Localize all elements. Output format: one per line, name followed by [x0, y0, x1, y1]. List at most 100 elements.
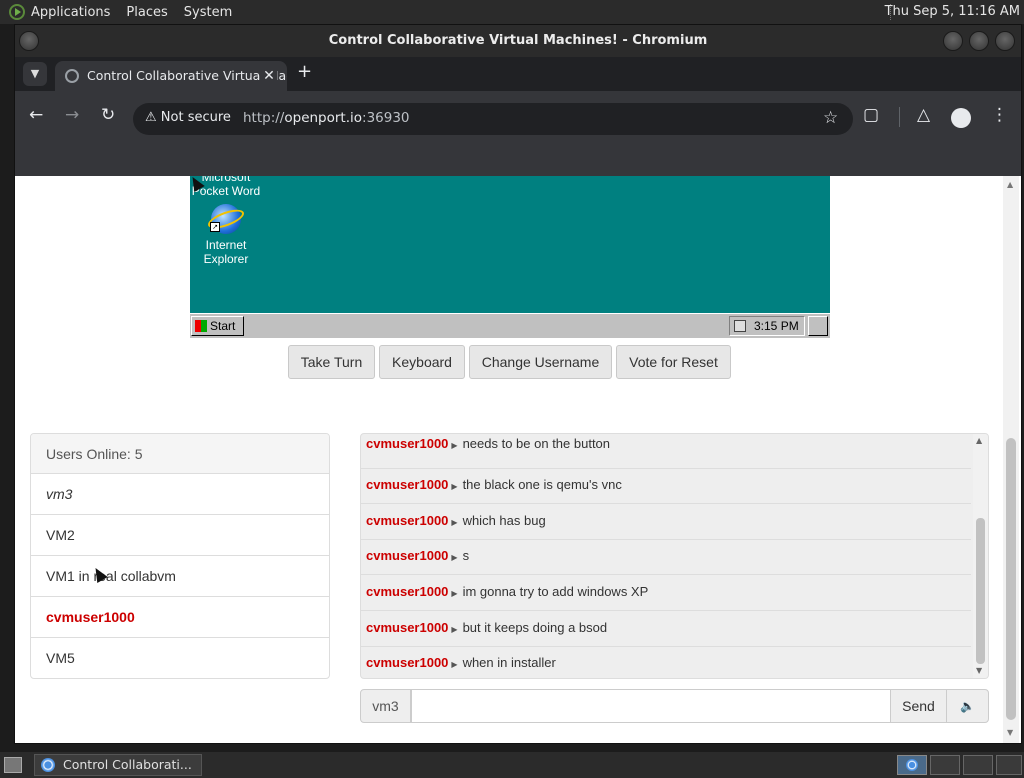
user-list-item[interactable]: vm3	[31, 474, 329, 515]
vm-screen[interactable]: Microsoft Pocket Word ↗ Internet Explore…	[190, 176, 830, 338]
tab-search-button[interactable]: ▼	[23, 62, 47, 86]
browser-toolbar: ← → ↻ ⚠ Not secure http://openport.io:36…	[15, 91, 1021, 145]
chat-text: im gonna try to add windows XP	[462, 584, 649, 599]
chat-text: but it keeps doing a bsod	[462, 620, 608, 635]
chat-username: cvmuser1000	[366, 655, 449, 670]
page-scroll-thumb[interactable]	[1006, 438, 1016, 720]
url-port: :36930	[362, 110, 410, 126]
workspace-1[interactable]	[897, 755, 927, 775]
chat-username: cvmuser1000	[366, 436, 449, 451]
chat-message: cvmuser1000 ▶ needs to be on the button	[361, 434, 971, 469]
url-text[interactable]: http://openport.io:36930	[243, 110, 410, 126]
chat-message: cvmuser1000 ▶ the black one is qemu's vnc	[361, 469, 971, 504]
security-chip[interactable]: ⚠ Not secure	[145, 110, 231, 125]
browser-window: Control Collaborative Virtual Machines! …	[14, 24, 1022, 744]
desktop-icon-label-line1: Internet	[205, 238, 247, 252]
caret-right-icon: ▶	[451, 441, 458, 450]
windows-flag-icon	[195, 320, 207, 332]
menu-icon[interactable]: ⋮	[991, 105, 1008, 125]
send-button[interactable]: Send	[890, 689, 947, 723]
tab-active[interactable]: Control Collaborative Virtual Machines! …	[55, 61, 287, 91]
minimize-button[interactable]	[943, 31, 963, 51]
chat-panel: cvmuser1000 ▶ needs to be on the button cv…	[360, 433, 989, 679]
bookmarks-bar	[15, 145, 1021, 176]
user-list-item[interactable]: VM2	[31, 515, 329, 556]
chat-message: cvmuser1000 ▶ s	[361, 540, 971, 575]
chat-text: s	[462, 548, 470, 563]
take-turn-button[interactable]: Take Turn	[288, 345, 375, 379]
chat-scroll-thumb[interactable]	[976, 518, 985, 664]
reload-icon[interactable]: ↻	[101, 105, 115, 125]
chat-username: cvmuser1000	[366, 513, 449, 528]
keyboard-button[interactable]: Keyboard	[379, 345, 465, 379]
menu-places[interactable]: Places	[126, 5, 167, 20]
vm-start-label: Start	[210, 319, 236, 333]
close-tab-icon[interactable]: ✕	[261, 61, 277, 91]
workspace-4[interactable]	[996, 755, 1022, 775]
chat-scrollbar[interactable]: ▲ ▼	[973, 434, 988, 678]
window-menu-button[interactable]	[19, 31, 39, 51]
menu-system[interactable]: System	[184, 5, 232, 20]
chat-text: which has bug	[462, 513, 546, 528]
scroll-down-icon[interactable]: ▼	[1007, 728, 1013, 737]
scroll-up-icon[interactable]: ▲	[976, 436, 982, 445]
window-title: Control Collaborative Virtual Machines! …	[328, 33, 708, 48]
chromium-icon	[41, 758, 55, 772]
taskbar-window-button[interactable]: Control Collaborati...	[34, 754, 202, 776]
chat-message: cvmuser1000 ▶ but it keeps doing a bsod	[361, 612, 971, 647]
back-icon[interactable]: ←	[29, 105, 43, 125]
vm-desktop-button[interactable]	[808, 316, 828, 336]
speaker-button[interactable]: 🔈	[946, 689, 989, 723]
user-list-item-self[interactable]: cvmuser1000	[31, 597, 329, 638]
taskbar-window-label: Control Collaborati...	[63, 757, 192, 772]
globe-icon	[65, 69, 79, 83]
address-bar[interactable]: ⚠ Not secure http://openport.io:36930 ☆	[133, 103, 853, 135]
chevron-down-icon: ▼	[30, 67, 40, 80]
caret-right-icon: ▶	[451, 482, 458, 491]
workspace-3[interactable]	[963, 755, 993, 775]
caret-right-icon: ▶	[451, 518, 458, 527]
forward-icon[interactable]: →	[65, 105, 79, 125]
vm-start-button[interactable]: Start	[191, 316, 244, 336]
top-panel: Applications Places System Thu Sep 5, 11…	[0, 0, 1024, 24]
bottom-taskbar: Control Collaborati...	[0, 752, 1024, 778]
show-desktop-icon[interactable]	[4, 757, 22, 773]
caret-right-icon: ▶	[451, 553, 458, 562]
clock[interactable]: Thu Sep 5, 11:16 AM	[885, 4, 1020, 19]
users-panel: Users Online: 5 vm3 VM2 VM1 in real coll…	[30, 433, 330, 679]
tray-icon[interactable]	[734, 320, 746, 332]
desktop-icon-internet-explorer[interactable]: Internet Explorer	[190, 238, 271, 266]
chat-username: cvmuser1000	[366, 477, 449, 492]
chat-message: cvmuser1000 ▶ im gonna try to add windows …	[361, 576, 971, 611]
caret-right-icon: ▶	[451, 625, 458, 634]
profile-icon[interactable]	[951, 108, 971, 128]
window-titlebar[interactable]: Control Collaborative Virtual Machines! …	[15, 25, 1021, 57]
new-tab-button[interactable]: +	[297, 61, 312, 82]
chat-input[interactable]	[411, 689, 891, 723]
labs-icon[interactable]: △	[917, 105, 930, 125]
workspace-2[interactable]	[930, 755, 960, 775]
user-list-item[interactable]: VM5	[31, 638, 329, 678]
extensions-icon[interactable]: ▢	[863, 105, 879, 125]
scroll-down-icon[interactable]: ▼	[976, 666, 982, 675]
distro-logo-icon[interactable]	[9, 4, 25, 20]
change-username-button[interactable]: Change Username	[469, 345, 612, 379]
user-list-item[interactable]: VM1 in real collabvm	[31, 556, 329, 597]
speaker-icon: 🔈	[960, 699, 975, 713]
url-scheme: http://	[243, 110, 285, 126]
chat-message: cvmuser1000 ▶ when in installer	[361, 647, 971, 678]
caret-right-icon: ▶	[451, 589, 458, 598]
vm-tray-clock[interactable]: 3:15 PM	[754, 319, 799, 333]
maximize-button[interactable]	[969, 31, 989, 51]
scroll-up-icon[interactable]: ▲	[1007, 180, 1013, 189]
tab-title: Control Collaborative Virtual Machines!	[87, 68, 287, 83]
star-icon[interactable]: ☆	[823, 108, 838, 128]
chat-text: when in installer	[462, 655, 556, 670]
shortcut-arrow-icon: ↗	[210, 222, 220, 232]
chat-text: needs to be on the button	[462, 436, 611, 451]
caret-right-icon: ▶	[451, 660, 458, 669]
close-window-button[interactable]	[995, 31, 1015, 51]
vote-reset-button[interactable]: Vote for Reset	[616, 345, 731, 379]
menu-applications[interactable]: Applications	[31, 5, 110, 20]
page-scrollbar[interactable]: ▲ ▼	[1003, 176, 1019, 743]
